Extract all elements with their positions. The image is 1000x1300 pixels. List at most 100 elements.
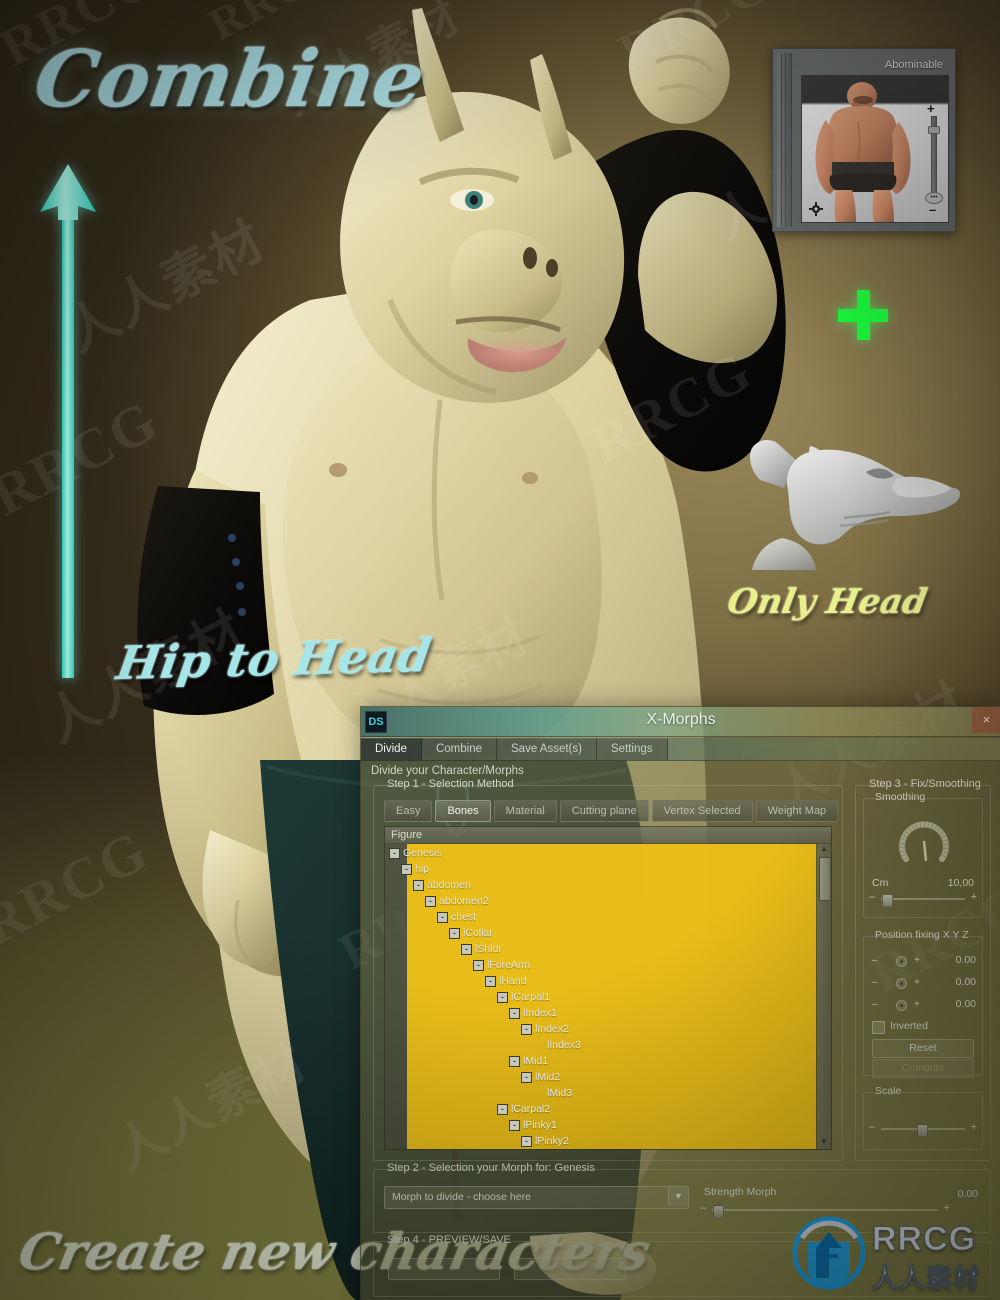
tree-node[interactable]: - lIndex2	[385, 1021, 817, 1037]
window-titlebar[interactable]: DS X-Morphs ×	[361, 707, 1000, 737]
smoothing-slider-max[interactable]: +	[971, 891, 977, 903]
tree-node[interactable]: - lPinky2	[385, 1133, 817, 1149]
reset-button[interactable]: Reset	[872, 1039, 974, 1058]
tab-divide[interactable]: Divide	[361, 738, 422, 760]
strength-slider-max[interactable]: +	[944, 1202, 950, 1214]
step2-legend: Step 2 - Selection your Morph for: Genes…	[387, 1162, 595, 1174]
tree-toggle-icon[interactable]: -	[461, 943, 472, 955]
gear-icon[interactable]	[809, 202, 823, 216]
x-minus-icon[interactable]: –	[872, 955, 878, 966]
selection-method-buttons[interactable]: Easy Bones Material Cutting plane Vertex…	[384, 800, 841, 822]
position-row-x[interactable]: – + 0.00	[870, 953, 976, 969]
preview-save-button-1[interactable]	[388, 1258, 500, 1280]
smoothing-slider[interactable]: – +	[869, 891, 977, 907]
method-vertex-selected-button[interactable]: Vertex Selected	[651, 800, 753, 822]
tree-node[interactable]: - hip	[385, 861, 817, 877]
tree-toggle-icon[interactable]: -	[521, 1071, 532, 1083]
method-material-button[interactable]: Material	[493, 800, 557, 822]
scale-slider-min[interactable]: –	[869, 1121, 875, 1133]
abominable-thumbnail-panel[interactable]: Abominable + ••• –	[772, 48, 956, 232]
tree-node[interactable]: - lShldr	[385, 941, 817, 957]
tree-node[interactable]: - lCarpal2	[385, 1101, 817, 1117]
tree-toggle-icon[interactable]: -	[389, 847, 400, 859]
tree-node[interactable]: - lMid2	[385, 1069, 817, 1085]
tab-strip[interactable]: Divide Combine Save Asset(s) Settings	[361, 738, 1000, 761]
smoothing-slider-min[interactable]: –	[869, 891, 875, 903]
compute-button[interactable]: Compute	[872, 1059, 974, 1078]
z-axis-dial[interactable]	[896, 1000, 907, 1011]
plus-icon	[838, 290, 888, 340]
scale-slider[interactable]: – +	[869, 1121, 977, 1137]
tree-toggle-icon[interactable]: -	[509, 1119, 520, 1131]
tree-node[interactable]: - lPinky1	[385, 1117, 817, 1133]
x-axis-dial[interactable]	[896, 956, 907, 967]
chevron-down-icon[interactable]: ▼	[668, 1187, 688, 1206]
tab-save-assets[interactable]: Save Asset(s)	[497, 738, 597, 760]
y-axis-dial[interactable]	[896, 978, 907, 989]
tree-toggle-icon[interactable]: -	[401, 863, 412, 875]
tree-toggle-icon[interactable]: -	[485, 975, 496, 987]
tree-node-label: lMid3	[547, 1087, 573, 1100]
abominable-viewport[interactable]: + ••• –	[801, 75, 949, 223]
tree-toggle-icon[interactable]: -	[521, 1023, 532, 1035]
bone-tree-body[interactable]: - Genesis - hip - abdomen - abdomen2- chest - lCol…	[385, 844, 817, 1149]
label-only-head: Only Head	[724, 582, 930, 622]
tree-node[interactable]: - lIndex1	[385, 1005, 817, 1021]
close-icon[interactable]: ×	[972, 707, 1000, 733]
method-easy-button[interactable]: Easy	[384, 800, 433, 822]
tree-toggle-icon[interactable]: -	[413, 879, 424, 891]
scroll-down-icon[interactable]: ▼	[819, 1137, 829, 1147]
x-plus-icon[interactable]: +	[914, 955, 920, 966]
tree-node[interactable]: - chest	[385, 909, 817, 925]
tree-toggle-icon[interactable]: -	[449, 927, 460, 939]
scale-slider-max[interactable]: +	[971, 1121, 977, 1133]
tree-node[interactable]: -lIndex3	[385, 1037, 817, 1053]
tree-node[interactable]: - lCollar	[385, 925, 817, 941]
tree-node[interactable]: - abdomen	[385, 877, 817, 893]
tree-node[interactable]: - lForeArm	[385, 957, 817, 973]
tab-combine[interactable]: Combine	[421, 738, 497, 760]
morph-select-dropdown[interactable]: Morph to divide - choose here ▼	[384, 1186, 689, 1209]
preview-save-button-2[interactable]	[514, 1258, 626, 1280]
zoom-in-icon[interactable]: +	[927, 102, 935, 115]
tree-vertical-scrollbar[interactable]: ▲ ▼	[816, 844, 831, 1149]
abominable-zoom-slider[interactable]: + ••• –	[925, 102, 943, 216]
tree-node-label: lForeArm	[487, 959, 531, 972]
tree-node[interactable]: -lMid3	[385, 1085, 817, 1101]
method-bones-button[interactable]: Bones	[435, 800, 491, 822]
tree-toggle-icon[interactable]: -	[497, 1103, 508, 1115]
tree-toggle-icon[interactable]: -	[509, 1007, 520, 1019]
inverted-checkbox[interactable]	[872, 1021, 885, 1034]
bone-tree-box[interactable]: Figure - Genesis - hip - abdomen - abdomen2- che…	[384, 826, 832, 1150]
tab-settings[interactable]: Settings	[596, 738, 668, 760]
tree-toggle-icon[interactable]: -	[497, 991, 508, 1003]
tree-node[interactable]: - Genesis	[385, 845, 817, 861]
scale-legend: Scale	[875, 1085, 902, 1097]
tree-node-label: lMid1	[523, 1055, 549, 1068]
tree-node-label: abdomen2	[439, 895, 489, 908]
tree-node[interactable]: - lCarpal1	[385, 989, 817, 1005]
tree-toggle-icon[interactable]: -	[425, 895, 436, 907]
strength-slider-min[interactable]: –	[700, 1202, 706, 1214]
position-row-z[interactable]: – + 0.00	[870, 997, 976, 1013]
method-cutting-plane-button[interactable]: Cutting plane	[559, 800, 649, 822]
tree-node[interactable]: - lHand	[385, 973, 817, 989]
scroll-up-icon[interactable]: ▲	[819, 844, 829, 854]
y-plus-icon[interactable]: +	[914, 977, 920, 988]
scrollbar-thumb[interactable]	[819, 857, 831, 901]
method-weight-map-button[interactable]: Weight Map	[755, 800, 839, 822]
x-morphs-window[interactable]: DS X-Morphs × Divide Combine Save Asset(…	[360, 706, 1000, 1300]
smoothing-value: 10,00	[947, 877, 974, 889]
smoothing-dial[interactable]	[896, 813, 952, 869]
z-plus-icon[interactable]: +	[914, 999, 920, 1010]
tree-toggle-icon[interactable]: -	[437, 911, 448, 923]
y-minus-icon[interactable]: –	[872, 977, 878, 988]
position-row-y[interactable]: – + 0.00	[870, 975, 976, 991]
zoom-out-icon[interactable]: –	[929, 203, 936, 216]
tree-toggle-icon[interactable]: -	[521, 1135, 532, 1147]
tree-toggle-icon[interactable]: -	[509, 1055, 520, 1067]
z-minus-icon[interactable]: –	[872, 999, 878, 1010]
tree-toggle-icon[interactable]: -	[473, 959, 484, 971]
tree-node[interactable]: - lMid1	[385, 1053, 817, 1069]
tree-node[interactable]: - abdomen2	[385, 893, 817, 909]
